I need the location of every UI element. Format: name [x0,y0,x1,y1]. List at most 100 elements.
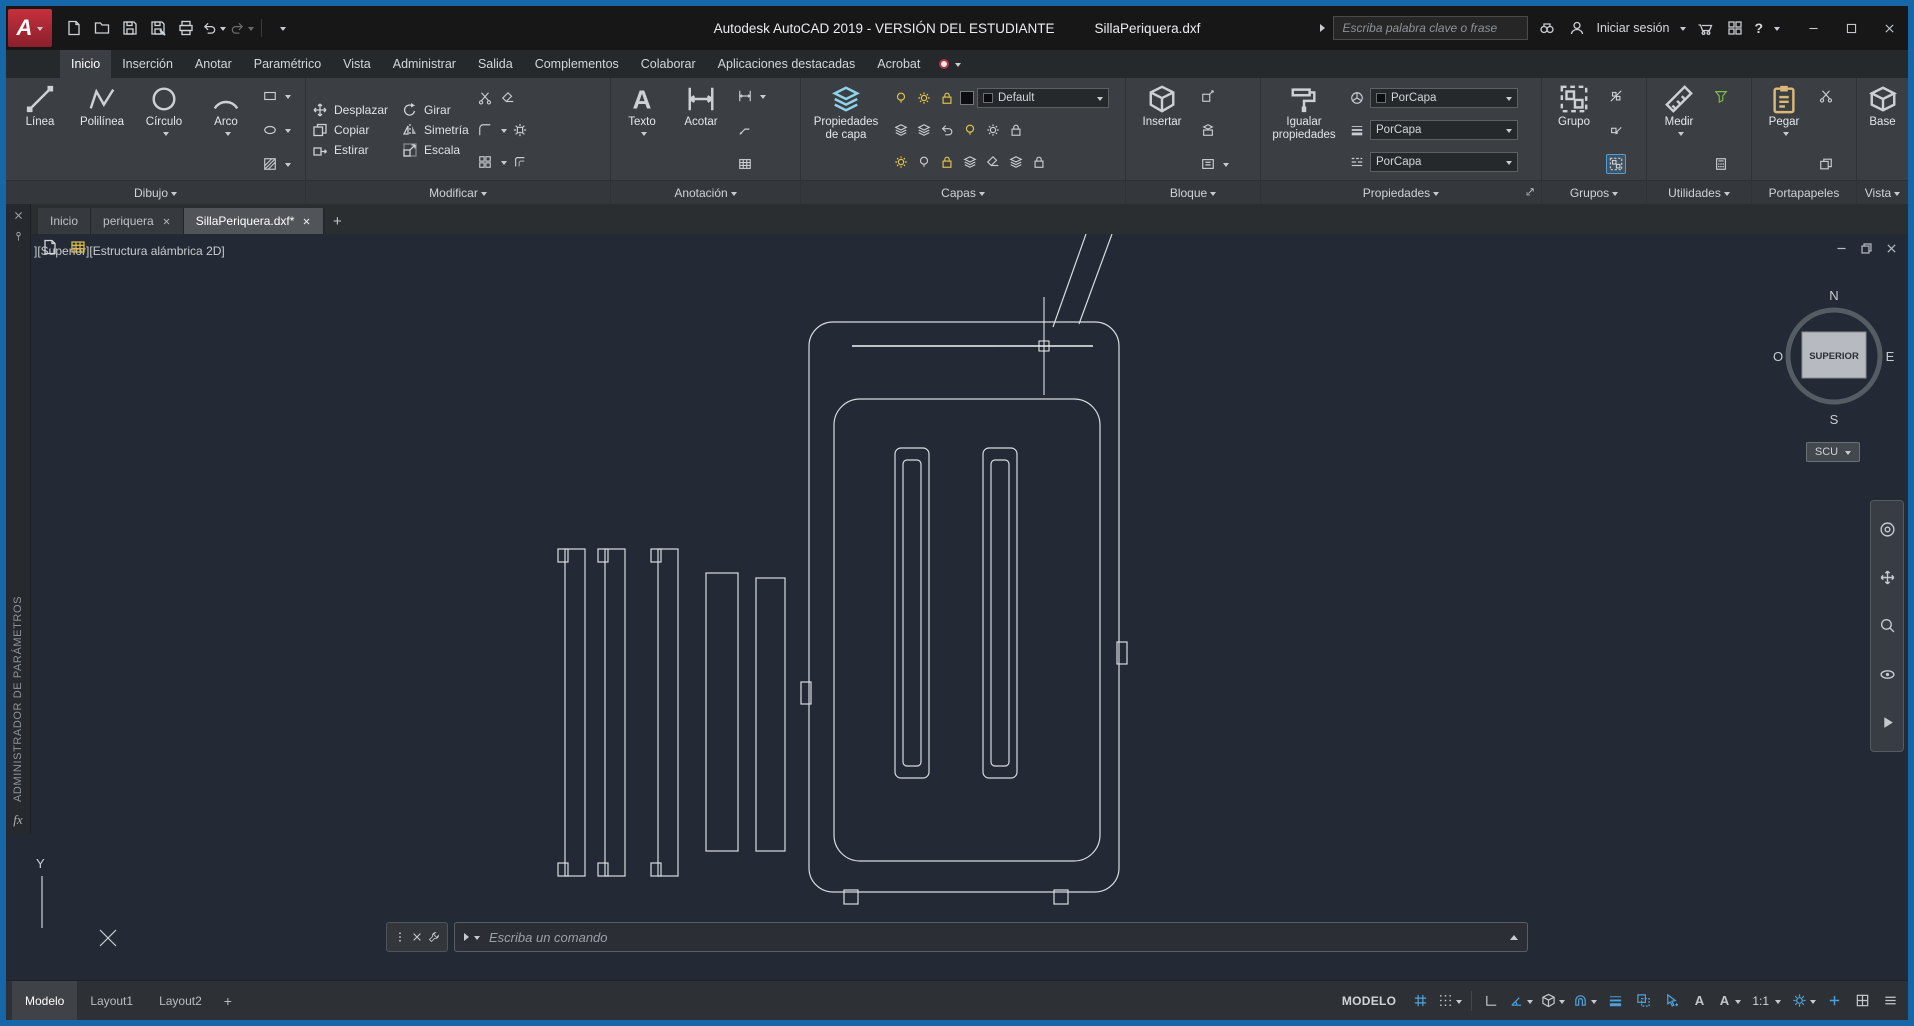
rectangle-flyout-arrow-icon[interactable] [285,95,291,99]
undo-button[interactable] [202,15,226,41]
layer-walk-icon[interactable] [1006,152,1026,172]
rectangle-button[interactable] [260,86,280,106]
panel-label-modificar[interactable]: Modificar [306,180,610,204]
panel-label-portapapeles[interactable]: Portapapeles [1752,180,1856,204]
ellipse-flyout-arrow-icon[interactable] [285,129,291,133]
rotate-button[interactable]: Girar [402,102,469,118]
panel-label-dibujo[interactable]: Dibujo [6,180,305,204]
mirror-button[interactable]: Simetría [402,122,469,138]
hatch-flyout-arrow-icon[interactable] [285,163,291,167]
ribbon-tab-administrar[interactable]: Administrar [382,50,467,78]
redo-button[interactable] [230,15,254,41]
panel-label-propiedades[interactable]: Propiedades [1261,180,1541,204]
arc-flyout-arrow-icon[interactable] [224,132,231,137]
linetype-dropdown[interactable]: PorCapa [1370,152,1518,172]
ribbon-tab-anotar[interactable]: Anotar [184,50,243,78]
layer-properties-button[interactable]: Propiedades de capa [807,81,885,179]
ribbon-tab-salida[interactable]: Salida [467,50,524,78]
text-button[interactable]: Texto [617,81,667,179]
minimize-button[interactable] [1794,8,1832,48]
arc-button[interactable]: Arco [198,81,254,179]
cut-button[interactable] [1816,86,1836,106]
palette-close-icon[interactable] [13,210,24,221]
copy-clip-button[interactable] [1816,154,1836,174]
close-button[interactable] [1870,8,1908,48]
ungroup-button[interactable] [1606,86,1626,106]
sign-in-button[interactable]: Iniciar sesión [1596,21,1669,35]
pan-icon[interactable] [1879,569,1896,586]
layer-make-current-icon[interactable] [891,120,911,140]
leader-button[interactable] [735,120,755,140]
search-icon[interactable] [1536,17,1558,39]
tab-close-icon[interactable] [302,217,311,226]
edit-block-button[interactable] [1198,86,1218,106]
edit-group-button[interactable] [1606,120,1626,140]
layer-lock-fade-icon[interactable] [1029,152,1049,172]
measure-flyout-arrow-icon[interactable] [1677,132,1684,137]
table-button[interactable] [735,154,755,174]
transparency-icon[interactable] [1631,989,1655,1013]
help-button[interactable]: ? [1754,20,1763,36]
match-properties-button[interactable]: Igualar propiedades [1267,81,1341,179]
ribbon-display-options-button[interactable] [931,50,969,78]
panel-launcher-icon[interactable] [1525,186,1536,200]
layer-merge-icon[interactable] [960,152,980,172]
create-block-button[interactable] [1198,120,1218,140]
circle-flyout-arrow-icon[interactable] [162,132,169,137]
fillet-button[interactable] [475,120,495,140]
offset-button[interactable] [510,152,530,172]
quick-select-button[interactable] [1711,86,1731,106]
command-customize-wrench-icon[interactable] [428,931,440,943]
layer-delete-icon[interactable] [983,152,1003,172]
tray-layers-icon[interactable] [68,237,88,257]
line-button[interactable]: Línea [12,81,68,179]
lineweight-dropdown[interactable]: PorCapa [1370,120,1518,140]
undo-flyout-arrow-icon[interactable] [220,27,226,31]
object-snap-icon[interactable] [1571,989,1599,1013]
panel-label-vista[interactable]: Vista [1857,180,1908,204]
layer-previous-icon[interactable] [937,120,957,140]
insert-block-button[interactable]: Insertar [1132,81,1192,179]
array-button[interactable] [475,152,495,172]
zoom-icon[interactable] [1879,617,1896,634]
fillet-flyout-arrow-icon[interactable] [500,129,507,133]
palette-title[interactable]: ADMINISTRADOR DE PARÁMETROS [12,252,24,802]
text-flyout-arrow-icon[interactable] [640,132,647,137]
tab-close-icon[interactable] [162,217,171,226]
command-close-icon[interactable] [411,931,423,943]
layer-unisolate-icon[interactable] [983,120,1003,140]
group-button[interactable]: Grupo [1548,81,1600,179]
ortho-mode-icon[interactable] [1479,989,1503,1013]
ribbon-tab-colaborar[interactable]: Colaborar [630,50,707,78]
layer-lock-icon[interactable] [937,88,957,108]
drawing-viewport[interactable]: Y SUPERIOR N E S O ][Superior][Estructur… [6,234,1908,980]
customization-menu-icon[interactable] [1878,989,1902,1013]
file-tab-inicio[interactable]: Inicio [38,208,92,234]
paste-button[interactable]: Pegar [1758,81,1810,179]
ribbon-tab-vista[interactable]: Vista [332,50,382,78]
help-arrow-icon[interactable] [1774,27,1780,31]
layer-freeze-all-icon[interactable] [1006,120,1026,140]
erase-button[interactable] [498,88,518,108]
panel-label-anotacion[interactable]: Anotación [611,180,800,204]
grid-display-icon[interactable] [1408,989,1432,1013]
view-compass[interactable]: SUPERIOR N E S O [1773,288,1895,427]
explode-button[interactable] [510,120,530,140]
layer-off-icon[interactable] [891,88,911,108]
viewport-restore-button[interactable] [1860,242,1873,260]
panel-label-bloque[interactable]: Bloque [1126,180,1260,204]
polar-tracking-icon[interactable] [1507,989,1535,1013]
search-collapse-icon[interactable] [1320,24,1326,32]
quick-properties-icon[interactable] [1850,989,1874,1013]
qat-customize-button[interactable] [269,15,293,41]
move-button[interactable]: Desplazar [312,102,388,118]
new-file-button[interactable] [62,15,86,41]
isometric-drafting-icon[interactable] [1539,989,1567,1013]
orbit-icon[interactable] [1879,666,1896,683]
layer-unlock-icon[interactable] [937,152,957,172]
steering-wheel-icon[interactable] [1879,521,1896,538]
linear-dimension-button[interactable] [735,86,755,106]
sign-in-arrow-icon[interactable] [1680,27,1687,31]
group-selection-toggle[interactable] [1606,154,1626,174]
stretch-button[interactable]: Estirar [312,142,388,158]
